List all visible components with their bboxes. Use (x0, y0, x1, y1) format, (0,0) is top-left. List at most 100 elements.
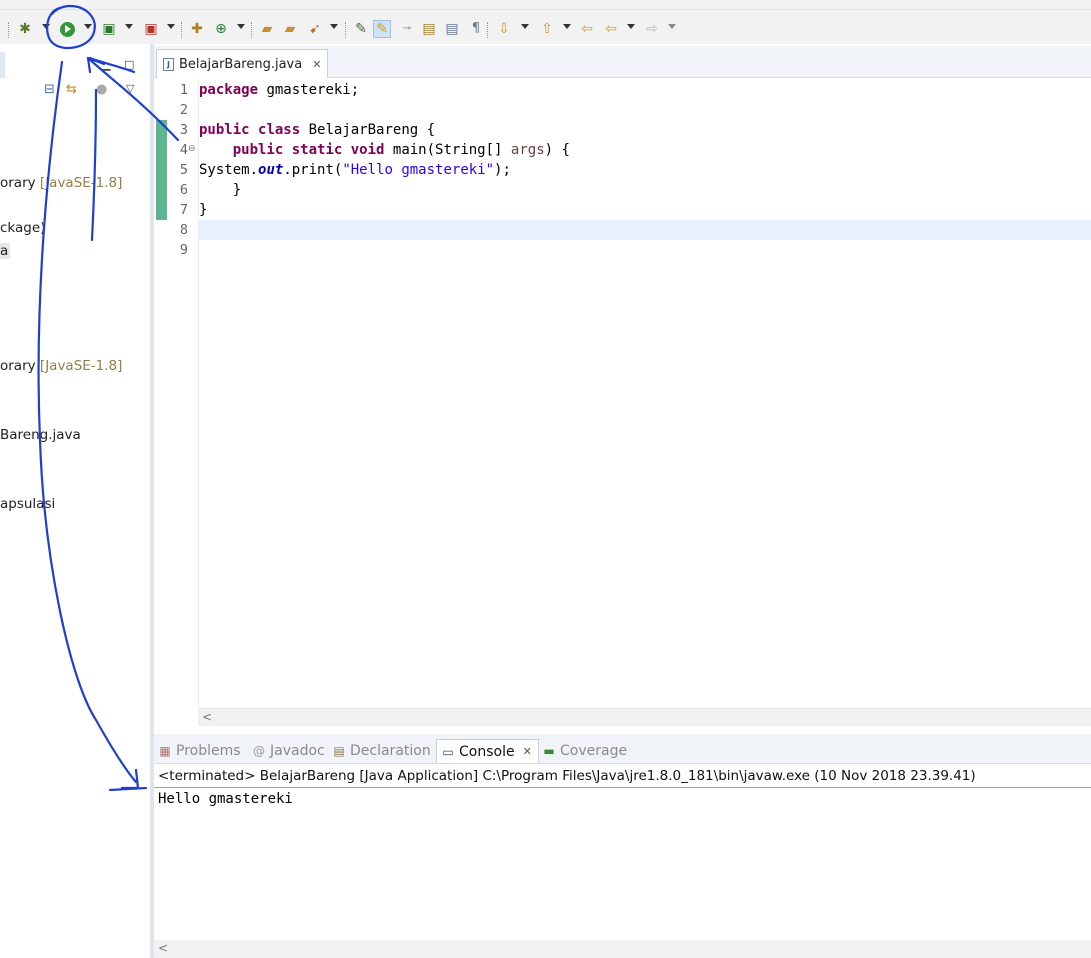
minimize-icon[interactable]: ▁ (102, 58, 110, 71)
scroll-left-icon[interactable]: < (158, 941, 168, 955)
code-text: .print( (283, 162, 343, 178)
tree-item-label: ckage) (0, 220, 46, 236)
tab-javadoc[interactable]: @ Javadoc (252, 739, 325, 763)
keyword: void (350, 142, 385, 158)
tree-item-label: orary (0, 175, 40, 191)
code-text-area[interactable]: package gmastereki; public class Belajar… (198, 78, 1091, 708)
java-file-icon: J (163, 57, 174, 71)
word-wrap-icon[interactable]: ▤ (443, 20, 461, 38)
editor-horizontal-scrollbar[interactable]: < (198, 708, 1091, 726)
line-number: 4 (179, 142, 188, 158)
close-icon[interactable]: ✕ (523, 745, 532, 758)
previous-annotation-icon[interactable]: ⇧ (538, 20, 556, 38)
tree-item-jre-library[interactable]: orary [JavaSE-1.8] (0, 175, 122, 191)
tab-problems[interactable]: ▦ Problems (158, 739, 241, 763)
package-explorer-tab[interactable] (0, 52, 5, 78)
show-whitespace-icon[interactable]: ▤ (420, 20, 438, 38)
code-line: public static void main(String[] args) { (199, 140, 570, 160)
view-menu-icon[interactable]: ▽ (126, 82, 134, 100)
coverage-dropdown-arrow[interactable] (125, 24, 133, 29)
tab-label: Problems (176, 743, 241, 759)
new-class-dropdown-arrow[interactable] (237, 24, 245, 29)
jre-version-label: [JavaSE-1.8] (39, 175, 123, 191)
open-type-icon[interactable]: ▰ (258, 20, 276, 38)
search-icon[interactable]: ➹ (306, 20, 324, 38)
code-line: System.out.print("Hello gmastereki"); (199, 160, 511, 180)
toggle-mark-occurrences-icon[interactable]: ✎ (352, 20, 370, 38)
back-icon[interactable]: ⇦ (602, 20, 620, 38)
maximize-icon[interactable]: □ (124, 58, 134, 71)
line-number: 2 (179, 102, 188, 118)
external-tools-dropdown-arrow[interactable] (167, 24, 175, 29)
code-text: main(String[] (384, 142, 511, 158)
tab-label: Javadoc (270, 743, 325, 759)
problems-icon: ▦ (159, 744, 171, 758)
console-horizontal-scrollbar[interactable]: < (154, 940, 1091, 958)
package-explorer: ▁ □ ⊟ ⇆ ● ▽ orary [JavaSE-1.8] ckage) a … (0, 44, 150, 958)
debug-icon[interactable]: ✱ (16, 20, 34, 38)
next-annotation-dropdown-arrow[interactable] (521, 24, 529, 29)
line-number: 1 (179, 82, 188, 98)
debug-dropdown-arrow[interactable] (42, 24, 50, 29)
line-number: 5 (179, 162, 188, 178)
toolbar-separator (487, 22, 488, 38)
parameter: args (510, 142, 545, 158)
back-dropdown-arrow[interactable] (627, 24, 635, 29)
console-output[interactable]: Hello gmastereki (158, 791, 293, 807)
tree-item-label: apsulasi (0, 496, 56, 512)
previous-annotation-dropdown-arrow[interactable] (563, 24, 571, 29)
main-toolbar: ✱ ▣ ▣ ✚ ⊕ ▰ ▰ ➹ ✎ ✎ ⊸ ▤ ▤ ¶ ⇩ ⇧ ⇦ ⇦ ⇨ (0, 0, 1091, 44)
tree-item-jre-library[interactable]: orary [JavaSE-1.8] (0, 358, 122, 374)
search-dropdown-arrow[interactable] (330, 24, 338, 29)
next-annotation-icon[interactable]: ⇩ (495, 20, 513, 38)
pilcrow-icon[interactable]: ¶ (467, 20, 485, 38)
tab-console[interactable]: ▭ Console ✕ (436, 739, 539, 763)
forward-dropdown-arrow[interactable] (668, 24, 676, 29)
fold-collapse-icon[interactable]: ⊖ (188, 144, 196, 154)
new-java-class-icon[interactable]: ⊕ (212, 20, 230, 38)
coverage-icon[interactable]: ▣ (100, 20, 118, 38)
open-folder-icon[interactable]: ▰ (281, 20, 299, 38)
forward-icon[interactable]: ⇨ (643, 20, 661, 38)
line-number: 6 (179, 182, 188, 198)
package-explorer-header: ▁ □ (0, 48, 150, 78)
keyword: public (199, 122, 250, 138)
tree-item-selected-file[interactable]: a (0, 243, 11, 259)
editor-tab-belajarbareng[interactable]: J BelajarBareng.java ✕ (156, 49, 328, 78)
line-number-gutter: 1 2 3 4 ⊖ 5 6 7 8 9 (154, 78, 198, 708)
console-process-status: <terminated> BelajarBareng [Java Applica… (158, 768, 976, 784)
console-divider (154, 787, 1091, 788)
code-text: ); (494, 162, 511, 178)
run-dropdown-arrow[interactable] (84, 24, 92, 29)
code-text: gmastereki; (258, 82, 360, 98)
tab-declaration[interactable]: ▤ Declaration (332, 739, 431, 763)
toggle-highlight-icon[interactable]: ✎ (373, 20, 391, 38)
tree-item-package[interactable]: apsulasi (0, 496, 55, 512)
code-text: BelajarBareng { (300, 122, 436, 138)
tree-item-default-package[interactable]: ckage) (0, 220, 45, 236)
tab-coverage[interactable]: ▬ Coverage (542, 739, 627, 763)
new-java-package-icon[interactable]: ✚ (188, 20, 206, 38)
code-text: ) { (544, 142, 570, 158)
editor-tab-bar: J BelajarBareng.java ✕ (154, 46, 1091, 78)
scroll-left-icon[interactable]: < (202, 710, 212, 724)
collapse-all-icon[interactable]: ⊟ (44, 82, 55, 100)
toolbar-separator (251, 22, 252, 38)
code-line: } (199, 182, 242, 198)
close-icon[interactable]: ✕ (312, 58, 321, 71)
code-line: } (199, 202, 208, 218)
line-number: 7 (179, 202, 188, 218)
filter-icon[interactable]: ● (96, 82, 107, 100)
last-edit-location-icon[interactable]: ⇦ (578, 20, 596, 38)
bottom-tab-bar: ▦ Problems @ Javadoc ▤ Declaration ▭ Console… (154, 734, 1091, 764)
tree-item-label: a (0, 243, 11, 259)
tree-item-java-file[interactable]: Bareng.java (0, 427, 81, 443)
run-icon[interactable] (58, 20, 76, 38)
external-tools-icon[interactable]: ▣ (142, 20, 160, 38)
jre-version-label: [JavaSE-1.8] (39, 358, 123, 374)
keyword: public (232, 142, 284, 158)
tab-label: Declaration (350, 743, 431, 759)
link-with-editor-icon[interactable]: ⇆ (66, 82, 77, 100)
block-selection-icon[interactable]: ⊸ (398, 20, 416, 38)
